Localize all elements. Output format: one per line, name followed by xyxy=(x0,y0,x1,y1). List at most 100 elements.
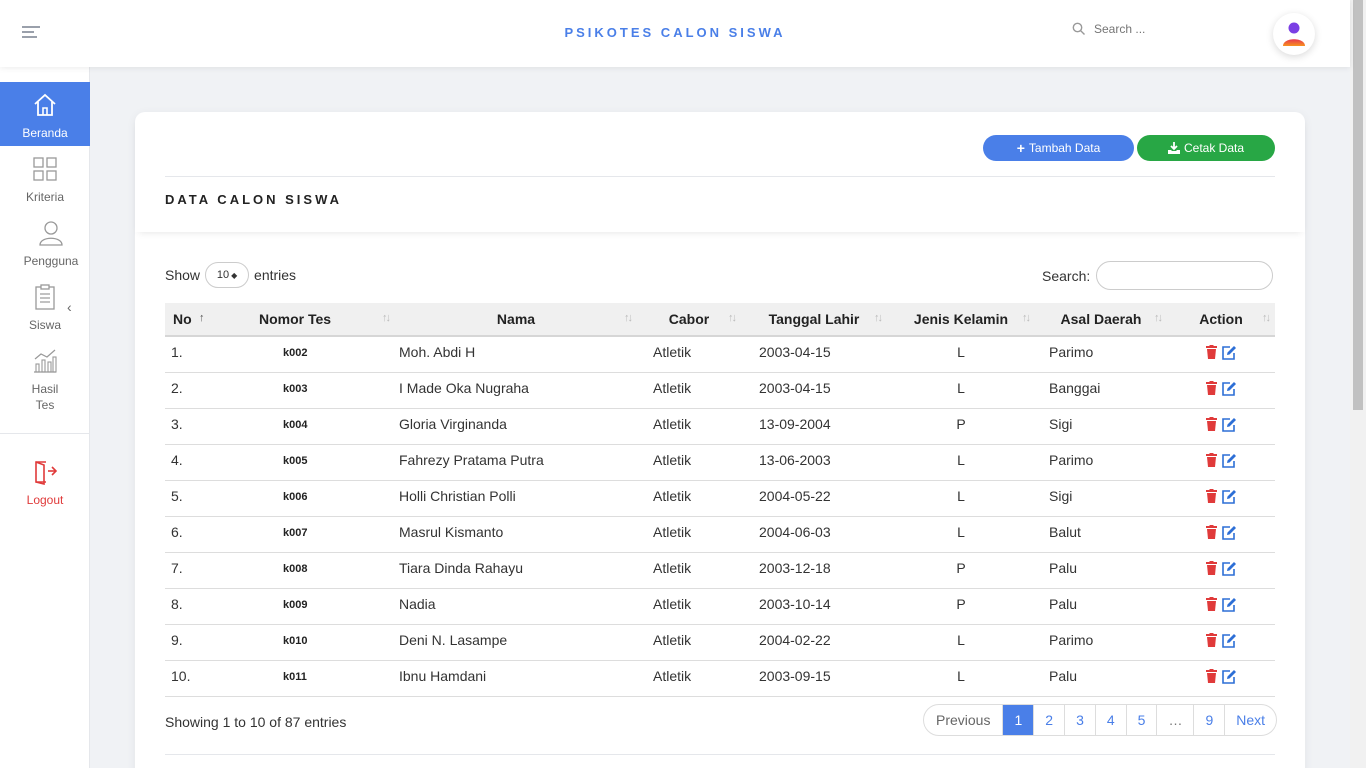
sidebar-item-hasil-tes[interactable]: Hasil Tes xyxy=(0,348,90,412)
cell-tanggal-lahir: 2004-02-22 xyxy=(741,624,887,661)
page-ellipsis: … xyxy=(1157,705,1195,735)
cell-action xyxy=(1167,516,1275,553)
cell-asal-daerah: Parimo xyxy=(1035,336,1167,373)
print-data-button[interactable]: Cetak Data xyxy=(1137,135,1275,161)
column-header-no[interactable]: No ↑ xyxy=(165,303,223,337)
edit-icon[interactable] xyxy=(1221,489,1237,504)
trash-icon[interactable] xyxy=(1205,668,1218,683)
edit-icon[interactable] xyxy=(1221,417,1237,432)
cell-nomor-tes: k011 xyxy=(223,660,395,697)
page-scrollbar[interactable] xyxy=(1350,0,1366,768)
cell-action xyxy=(1167,660,1275,697)
chevron-left-icon[interactable]: ‹ xyxy=(67,299,72,315)
page-button-5[interactable]: 5 xyxy=(1127,705,1158,735)
trash-icon[interactable] xyxy=(1205,560,1218,575)
edit-icon[interactable] xyxy=(1221,597,1237,612)
edit-icon[interactable] xyxy=(1221,561,1237,576)
trash-icon[interactable] xyxy=(1205,524,1218,539)
cell-no: 9. xyxy=(165,624,223,661)
trash-icon[interactable] xyxy=(1205,380,1218,395)
top-navbar: PSIKOTES CALON SISWA xyxy=(0,0,1350,67)
row-actions xyxy=(1171,668,1271,684)
edit-icon[interactable] xyxy=(1221,381,1237,396)
cell-no: 6. xyxy=(165,516,223,553)
cell-tanggal-lahir: 2003-04-15 xyxy=(741,372,887,409)
edit-icon[interactable] xyxy=(1221,669,1237,684)
cell-action xyxy=(1167,372,1275,409)
cell-jenis-kelamin: P xyxy=(887,408,1035,445)
table-search-input[interactable] xyxy=(1096,261,1274,290)
edit-icon[interactable] xyxy=(1221,633,1237,648)
cell-jenis-kelamin: P xyxy=(887,588,1035,625)
cell-cabor: Atletik xyxy=(637,516,741,553)
clipboard-icon xyxy=(35,284,55,310)
add-data-button[interactable]: + Tambah Data xyxy=(983,135,1134,161)
cell-asal-daerah: Parimo xyxy=(1035,624,1167,661)
page-button-2[interactable]: 2 xyxy=(1034,705,1066,735)
cell-no: 10. xyxy=(165,660,223,697)
entries-select[interactable]: 10 ◆ xyxy=(205,262,250,288)
sidebar-item-label: Hasil Tes xyxy=(31,382,59,412)
page-button-3[interactable]: 3 xyxy=(1065,705,1096,735)
cell-tanggal-lahir: 2004-05-22 xyxy=(741,480,887,517)
cell-nomor-tes: k008 xyxy=(223,552,395,589)
avatar[interactable] xyxy=(1273,13,1315,55)
cell-asal-daerah: Sigi xyxy=(1035,480,1167,517)
column-header-nama[interactable]: Nama ↑↓ xyxy=(395,303,637,337)
trash-icon[interactable] xyxy=(1205,452,1218,467)
sidebar-item-kriteria[interactable]: Kriteria xyxy=(0,156,90,206)
cell-tanggal-lahir: 2003-12-18 xyxy=(741,552,887,589)
page-button-1[interactable]: 1 xyxy=(1003,705,1035,735)
cell-tanggal-lahir: 2003-09-15 xyxy=(741,660,887,697)
trash-icon[interactable] xyxy=(1205,488,1218,503)
row-actions xyxy=(1171,596,1271,612)
row-actions xyxy=(1171,416,1271,432)
edit-icon[interactable] xyxy=(1221,525,1237,540)
page-button-4[interactable]: 4 xyxy=(1096,705,1127,735)
trash-icon[interactable] xyxy=(1205,416,1218,431)
search-icon xyxy=(1072,22,1085,35)
cell-nama: Tiara Dinda Rahayu xyxy=(395,552,637,589)
trash-icon[interactable] xyxy=(1205,345,1218,359)
cell-cabor: Atletik xyxy=(637,660,741,697)
chart-icon xyxy=(34,349,57,373)
cell-action xyxy=(1167,588,1275,625)
column-header-tanggal-lahir[interactable]: Tanggal Lahir ↑↓ xyxy=(741,303,887,337)
cell-action xyxy=(1167,624,1275,661)
plus-icon: + xyxy=(1016,140,1025,156)
cell-cabor: Atletik xyxy=(637,624,741,661)
sidebar-item-siswa[interactable]: Siswa xyxy=(0,284,90,334)
table-row: 1. k002 Moh. Abdi H Atletik 2003-04-15 L Parim… xyxy=(165,336,1275,373)
sort-updown-icon: ◆ xyxy=(231,270,238,280)
scrollbar-thumb[interactable] xyxy=(1353,0,1363,410)
edit-icon[interactable] xyxy=(1221,345,1237,360)
column-header-action[interactable]: Action ↑↓ xyxy=(1167,303,1275,337)
table-header-row: No ↑ Nomor Tes ↑↓ Nama ↑↓ Cabor ↑↓ Tanggal L… xyxy=(165,303,1275,337)
cell-jenis-kelamin: L xyxy=(887,624,1035,661)
column-header-nomor-tes[interactable]: Nomor Tes ↑↓ xyxy=(223,303,395,337)
column-header-cabor[interactable]: Cabor ↑↓ xyxy=(637,303,741,337)
entries-label: entries xyxy=(254,267,297,283)
cell-cabor: Atletik xyxy=(637,552,741,589)
next-button[interactable]: Next xyxy=(1225,705,1276,735)
top-search-input[interactable] xyxy=(1094,22,1214,36)
column-header-jenis-kelamin[interactable]: Jenis Kelamin ↑↓ xyxy=(887,303,1035,337)
sidebar-item-beranda[interactable]: Beranda xyxy=(0,82,90,146)
sidebar-item-pengguna[interactable]: Pengguna xyxy=(0,220,90,270)
trash-icon[interactable] xyxy=(1205,596,1218,611)
table-row: 7. k008 Tiara Dinda Rahayu Atletik 2003-12-1… xyxy=(165,552,1275,589)
cell-no: 8. xyxy=(165,588,223,625)
cell-cabor: Atletik xyxy=(637,480,741,517)
cell-cabor: Atletik xyxy=(637,588,741,625)
row-actions xyxy=(1171,560,1271,576)
page-button-9[interactable]: 9 xyxy=(1194,705,1226,735)
column-header-asal-daerah[interactable]: Asal Daerah ↑↓ xyxy=(1035,303,1167,337)
cell-jenis-kelamin: L xyxy=(887,336,1035,373)
cell-tanggal-lahir: 13-06-2003 xyxy=(741,444,887,481)
edit-icon[interactable] xyxy=(1221,453,1237,468)
previous-button[interactable]: Previous xyxy=(924,705,1004,735)
trash-icon[interactable] xyxy=(1205,632,1218,647)
cell-action xyxy=(1167,480,1275,517)
cell-action xyxy=(1167,336,1275,373)
sidebar-item-logout[interactable]: Logout xyxy=(0,459,90,509)
